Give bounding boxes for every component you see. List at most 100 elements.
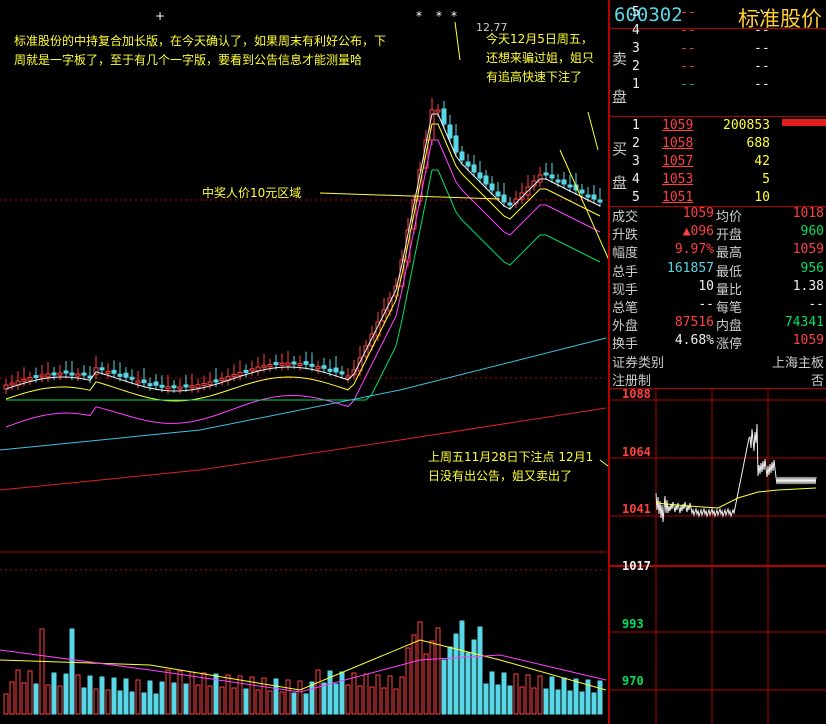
marker-star: *	[436, 9, 442, 23]
stat-value: 10	[698, 278, 714, 294]
buy-level-row[interactable]: 3 1057 42	[608, 154, 826, 172]
quote-panel: 600302 标准股价 卖盘 5 -- -- 4 -- -- 3 -- -- 2 -- -- 1 -- --…	[608, 0, 826, 724]
candle-body	[447, 124, 453, 139]
volume-bar	[417, 621, 423, 715]
volume-bar	[381, 687, 387, 715]
candle-body	[63, 370, 69, 374]
buy-volume: 688	[746, 136, 770, 151]
candle-body	[81, 372, 87, 376]
volume-bar	[75, 674, 81, 715]
candle-body	[459, 151, 465, 161]
stat-row: 总笔 -- 每笔 --	[608, 297, 826, 316]
orderbook-divider	[608, 116, 826, 117]
stat-value: 87516	[674, 315, 714, 331]
candle-body	[159, 384, 165, 388]
volume-bar	[285, 679, 291, 715]
annotation-top-right: 今天12月5日周五，还想来骗过姐，姐只有追高快速下注了	[486, 32, 595, 84]
intraday-level-label: 1064	[622, 445, 651, 459]
annotation-lower: 上周五11月28日下注点 12月1日没有出公告，姐又卖出了	[428, 450, 594, 483]
sell-level-row[interactable]: 3 -- --	[608, 41, 826, 59]
volume-bar	[393, 688, 399, 715]
candle-body	[27, 377, 33, 381]
candle-body	[231, 373, 237, 377]
volume-bar	[537, 675, 543, 715]
buy-volume-bar	[782, 119, 826, 126]
candle-body	[213, 379, 219, 383]
volume-bar	[195, 684, 201, 715]
sell-price: --	[680, 41, 696, 56]
volume-bar	[387, 675, 393, 715]
buy-level-row[interactable]: 2 1058 688	[608, 136, 826, 154]
candle-body	[303, 361, 309, 365]
volume-bar	[507, 685, 513, 715]
volume-bar	[39, 628, 45, 715]
annotation-arrow	[454, 21, 461, 61]
volume-bar	[105, 689, 111, 715]
candle-body	[99, 367, 105, 371]
volume-bar	[501, 672, 507, 715]
stat-label: 量比	[716, 282, 743, 298]
volume-bar	[597, 680, 603, 715]
volume-bar	[9, 681, 15, 715]
candle-body	[255, 366, 261, 372]
volume-bar	[207, 685, 213, 715]
volume-bar	[141, 692, 147, 715]
stat-value: 74341	[784, 315, 824, 331]
candle-body	[165, 386, 171, 390]
stat-value: 1.38	[792, 278, 824, 294]
volume-bar	[357, 685, 363, 715]
sell-level-row[interactable]: 1 -- --	[608, 77, 826, 95]
volume-bar	[333, 683, 339, 715]
kline-chart[interactable]: + * * * 标准股份的中持复合加长版，在今天确认了，如果周末有利好公布，下周就是一…	[0, 0, 608, 724]
stat-label: 开盘	[716, 228, 743, 244]
volume-bar	[423, 653, 429, 715]
volume-bar	[297, 680, 303, 715]
stat-value: 161857	[667, 260, 714, 276]
annotation-arrow	[319, 192, 501, 200]
volume-bar	[531, 687, 537, 715]
ma10-line	[5, 123, 601, 402]
peak-label: 12.77	[476, 21, 508, 34]
stat-value: 上海主板	[771, 355, 824, 371]
stat-label: 内盘	[716, 319, 743, 335]
intraday-level-label: 1041	[622, 502, 651, 516]
volume-bar	[459, 620, 465, 715]
candle-body	[297, 363, 303, 367]
stat-row: 升跌 ▲096 开盘 960	[608, 224, 826, 243]
volume-bar	[69, 628, 75, 715]
buy-level: 3	[632, 154, 640, 169]
candle-body	[501, 194, 507, 203]
stat-row: 证券类别 上海主板	[608, 352, 826, 371]
ma5-line	[5, 113, 601, 392]
sell-level-row[interactable]: 4 -- --	[608, 23, 826, 41]
intraday-price-line	[655, 423, 817, 523]
buy-volume: 42	[754, 154, 770, 169]
candle-body	[477, 172, 483, 179]
sell-volume: --	[754, 41, 770, 56]
volume-bar	[369, 686, 375, 715]
volume-bar	[483, 683, 489, 715]
candle-body	[321, 365, 327, 369]
sell-level-row[interactable]: 2 -- --	[608, 59, 826, 77]
marker-star: *	[416, 9, 422, 23]
candle-body	[327, 368, 333, 372]
buy-volume: 5	[762, 172, 770, 187]
buy-level-row[interactable]: 4 1053 5	[608, 172, 826, 190]
sell-volume: --	[754, 77, 770, 92]
stat-label: 换手	[612, 337, 639, 353]
volume-bar	[135, 679, 141, 715]
stat-label: 注册制	[612, 373, 652, 389]
volume-bar	[555, 689, 561, 715]
buy-level: 2	[632, 136, 640, 151]
candle-body	[591, 194, 597, 200]
sell-level: 5	[632, 5, 640, 20]
stat-value: 1059	[792, 242, 824, 258]
kline-svg: + * * *	[0, 9, 608, 715]
sell-level-row[interactable]: 5 -- --	[608, 5, 826, 23]
volume-bar	[399, 676, 405, 715]
sell-price: --	[680, 59, 696, 74]
candle-body	[579, 189, 585, 194]
candle-body	[453, 135, 459, 153]
candle-body	[471, 164, 477, 173]
stat-row: 幅度 9.97% 最高 1059	[608, 242, 826, 261]
